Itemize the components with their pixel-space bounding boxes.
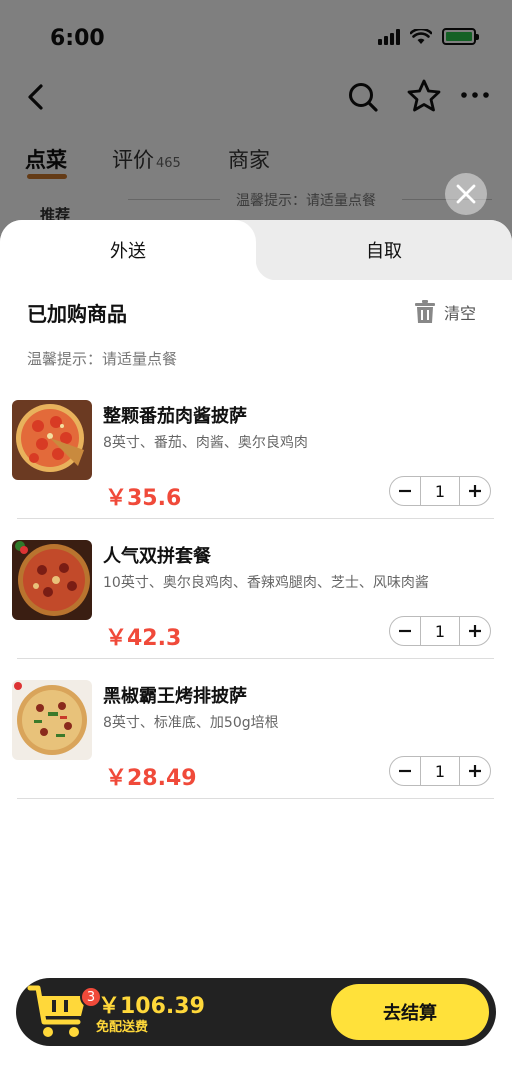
divider (17, 518, 494, 519)
minus-icon (399, 629, 411, 633)
plus-icon (469, 485, 481, 497)
decrease-button[interactable] (390, 757, 420, 785)
tab-delivery-label: 外送 (110, 241, 146, 262)
tab-pickup-label: 自取 (366, 241, 402, 262)
cart-item: 黑椒霸王烤排披萨 8英寸、标准底、加50g培根 ￥28.49 1 (0, 680, 512, 820)
decrease-button[interactable] (390, 617, 420, 645)
divider (17, 798, 494, 799)
close-button[interactable] (445, 173, 487, 215)
item-desc: 8英寸、标准底、加50g培根 (103, 715, 279, 731)
delivery-mode-tabs: 自取 外送 (0, 220, 512, 280)
close-icon (456, 184, 476, 204)
quantity-stepper: 1 (389, 616, 491, 646)
minus-icon (399, 769, 411, 773)
quantity-stepper: 1 (389, 476, 491, 506)
tab-delivery[interactable]: 外送 (0, 220, 276, 280)
item-price: ￥35.6 (105, 486, 182, 511)
clear-cart-label: 清空 (444, 304, 477, 323)
minus-icon (399, 489, 411, 493)
tab-pickup[interactable]: 自取 (256, 220, 512, 280)
item-price: ￥28.49 (105, 766, 197, 791)
quantity-stepper: 1 (389, 756, 491, 786)
item-price: ￥42.3 (105, 626, 182, 651)
increase-button[interactable] (460, 617, 490, 645)
trash-icon (415, 300, 435, 323)
checkout-bar: 3 ￥106.39 免配送费 去结算 (16, 978, 496, 1046)
pizza-image[interactable] (12, 400, 92, 480)
increase-button[interactable] (460, 757, 490, 785)
checkout-button[interactable]: 去结算 (331, 984, 489, 1040)
cart-title: 已加购商品 (27, 302, 127, 326)
item-name: 黑椒霸王烤排披萨 (103, 686, 247, 707)
cart-item: 整颗番茄肉酱披萨 8英寸、番茄、肉酱、奥尔良鸡肉 ￥35.6 1 (0, 400, 512, 540)
decrease-button[interactable] (390, 477, 420, 505)
cart-sheet: 自取 外送 已加购商品 清空 温馨提示：请适量点餐 整颗番茄肉酱披萨 8英寸、番… (0, 220, 512, 1080)
delivery-fee-label: 免配送费 (96, 1020, 149, 1035)
cart-hint: 温馨提示：请适量点餐 (27, 350, 178, 368)
cart-item: 人气双拼套餐 10英寸、奥尔良鸡肉、香辣鸡腿肉、芝士、风味肉酱 ￥42.3 1 (0, 540, 512, 680)
divider (17, 658, 494, 659)
checkout-button-label: 去结算 (383, 1003, 437, 1024)
quantity-value[interactable]: 1 (420, 477, 460, 505)
quantity-value[interactable]: 1 (420, 617, 460, 645)
quantity-value[interactable]: 1 (420, 757, 460, 785)
increase-button[interactable] (460, 477, 490, 505)
item-name: 人气双拼套餐 (103, 546, 211, 567)
item-name: 整颗番茄肉酱披萨 (103, 406, 247, 427)
pizza-image[interactable] (12, 540, 92, 620)
pizza-image[interactable] (12, 680, 92, 760)
item-desc: 10英寸、奥尔良鸡肉、香辣鸡腿肉、芝士、风味肉酱 (103, 575, 429, 591)
plus-icon (469, 765, 481, 777)
clear-cart-button[interactable]: 清空 (414, 300, 476, 324)
plus-icon (469, 625, 481, 637)
item-desc: 8英寸、番茄、肉酱、奥尔良鸡肉 (103, 435, 308, 451)
